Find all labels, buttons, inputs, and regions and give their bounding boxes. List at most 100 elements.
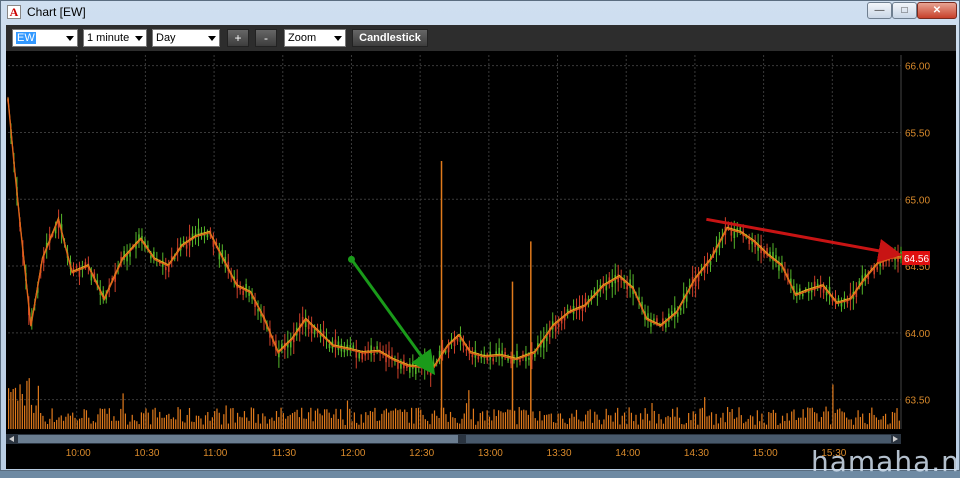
volume-bar bbox=[488, 416, 491, 429]
volume-bar bbox=[610, 415, 612, 429]
x-tick-label: 10:00 bbox=[66, 448, 91, 459]
volume-bar bbox=[580, 421, 582, 429]
volume-bar bbox=[493, 409, 495, 429]
y-tick-label: 63.50 bbox=[905, 396, 930, 407]
volume-bar bbox=[697, 424, 699, 429]
volume-bar bbox=[708, 415, 710, 429]
volume-bar bbox=[479, 412, 481, 429]
zoom-out-button[interactable]: - bbox=[255, 29, 277, 47]
volume-bar bbox=[58, 417, 60, 429]
volume-bar bbox=[330, 417, 333, 429]
volume-bar bbox=[477, 421, 479, 429]
volume-bar bbox=[791, 411, 793, 429]
volume-bar bbox=[481, 411, 484, 429]
candlestick-button[interactable]: Candlestick bbox=[352, 29, 428, 47]
volume-bar bbox=[323, 409, 326, 429]
volume-bar bbox=[756, 410, 758, 429]
volume-bar bbox=[124, 413, 126, 429]
volume-bar bbox=[365, 412, 367, 429]
volume-bar bbox=[518, 407, 520, 429]
volume-bar bbox=[280, 407, 282, 429]
volume-bar bbox=[607, 415, 610, 429]
volume-bar bbox=[168, 413, 170, 429]
volume-bar bbox=[520, 410, 523, 429]
x-tick-label: 14:00 bbox=[615, 448, 640, 459]
volume-bar bbox=[754, 424, 756, 429]
volume-bar bbox=[777, 424, 779, 429]
green-arrow-start-dot bbox=[347, 255, 355, 263]
scrollbar-thumb bbox=[18, 435, 458, 443]
volume-bar bbox=[740, 415, 742, 429]
volume-bar bbox=[555, 422, 557, 429]
volume-bar bbox=[312, 421, 314, 429]
volume-bar bbox=[223, 414, 225, 429]
volume-bar bbox=[749, 415, 752, 429]
volume-bar bbox=[880, 419, 882, 429]
volume-bar bbox=[575, 409, 578, 429]
volume-bar bbox=[623, 412, 626, 429]
volume-bar bbox=[871, 407, 873, 429]
volume-bar bbox=[385, 408, 388, 429]
volume-bar bbox=[706, 416, 708, 429]
volume-bar bbox=[10, 392, 12, 429]
volume-bar bbox=[374, 407, 376, 429]
volume-bar bbox=[60, 415, 62, 429]
volume-bar bbox=[612, 421, 614, 429]
zoom-in-button[interactable]: + bbox=[227, 29, 249, 47]
volume-bar bbox=[253, 408, 255, 429]
volume-bar bbox=[28, 378, 30, 429]
volume-bar bbox=[862, 413, 864, 429]
volume-bar bbox=[321, 415, 323, 429]
volume-bar bbox=[541, 420, 543, 429]
volume-bar bbox=[564, 422, 566, 429]
minimize-button[interactable]: — bbox=[867, 2, 892, 19]
chevron-down-icon bbox=[66, 36, 74, 41]
volume-bar bbox=[220, 424, 223, 429]
y-tick-label: 66.00 bbox=[905, 62, 930, 73]
volume-bar bbox=[793, 409, 795, 429]
volume-bar bbox=[438, 418, 440, 429]
volume-bar bbox=[42, 415, 44, 429]
maximize-button[interactable]: □ bbox=[892, 2, 917, 19]
volume-bar bbox=[33, 412, 35, 429]
volume-bar bbox=[896, 408, 898, 429]
volume-bar bbox=[191, 421, 193, 429]
volume-bar bbox=[278, 417, 280, 429]
volume-bar bbox=[149, 424, 152, 429]
interval-dropdown[interactable]: 1 minute bbox=[83, 29, 147, 47]
symbol-dropdown[interactable]: EW bbox=[12, 29, 78, 47]
watermark-text: hamaha.net bbox=[811, 445, 960, 478]
volume-bar bbox=[726, 407, 729, 429]
price-chart[interactable]: 66.00 65.50 65.00 64.50 64.00 63.50 10:00 10:30… bbox=[6, 51, 956, 469]
volume-bar bbox=[266, 423, 268, 429]
volume-bar bbox=[658, 413, 660, 429]
volume-bar bbox=[532, 411, 534, 429]
volume-bar bbox=[878, 419, 880, 429]
volume-bar bbox=[216, 408, 218, 429]
volume-bar bbox=[507, 409, 509, 429]
title-bar[interactable]: A Chart [EW] — □ ✕ bbox=[1, 1, 959, 23]
period-dropdown[interactable]: Day bbox=[152, 29, 220, 47]
volume-bar bbox=[678, 417, 681, 429]
volume-bar bbox=[729, 412, 731, 429]
volume-bar bbox=[342, 419, 344, 429]
volume-bar bbox=[353, 412, 355, 429]
close-button[interactable]: ✕ bbox=[917, 2, 957, 19]
zoom-dropdown[interactable]: Zoom bbox=[284, 29, 346, 47]
volume-bar bbox=[818, 421, 820, 429]
volume-bar bbox=[303, 418, 305, 429]
candle bbox=[400, 363, 402, 369]
volume-bar bbox=[415, 408, 417, 429]
volume-bar bbox=[715, 413, 717, 429]
volume-bar bbox=[170, 418, 172, 429]
volume-bar bbox=[456, 422, 458, 429]
volume-bar bbox=[182, 421, 184, 429]
volume-bar bbox=[683, 424, 685, 429]
volume-bar bbox=[601, 424, 603, 429]
volume-bar bbox=[401, 411, 404, 429]
volume-bar bbox=[376, 420, 378, 429]
volume-bar bbox=[763, 422, 765, 429]
volume-bar bbox=[225, 405, 227, 429]
chart-canvas[interactable]: 66.0065.5065.0064.5064.0063.5010:00 10:30… bbox=[6, 51, 956, 469]
volume-bar bbox=[768, 412, 770, 429]
